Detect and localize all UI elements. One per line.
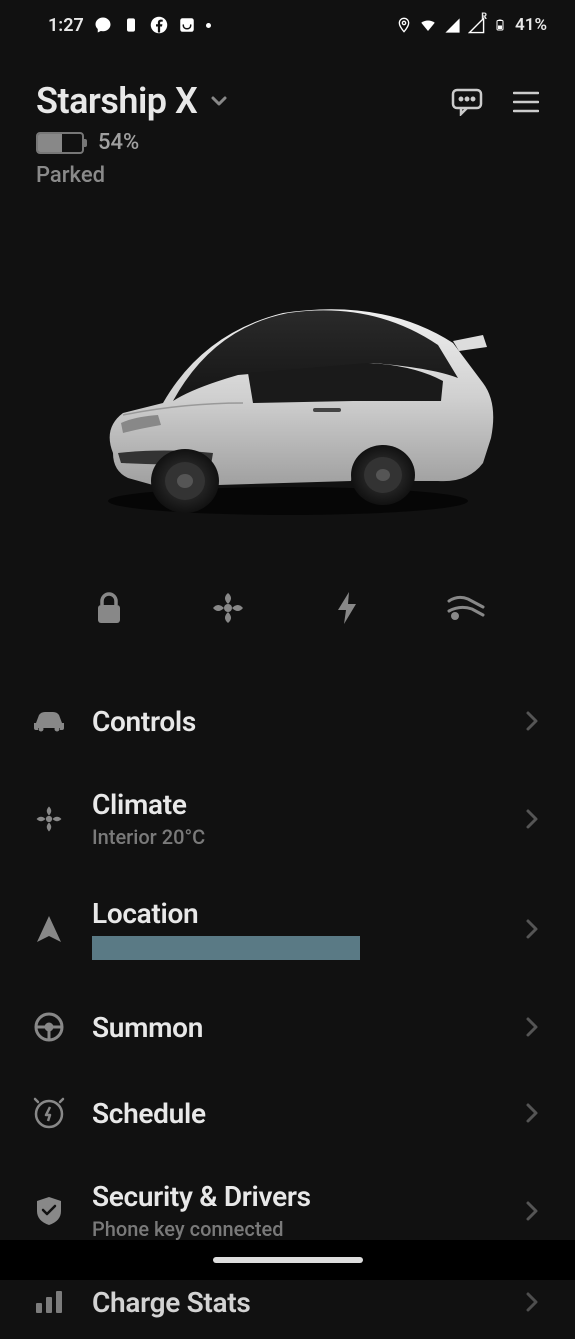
chat-bubble-icon — [94, 16, 112, 34]
battery-icon — [491, 16, 509, 34]
menu-climate[interactable]: Climate Interior 20°C — [0, 764, 575, 873]
battery-percent: 41% — [515, 15, 547, 35]
menu-title: Climate — [92, 788, 501, 821]
vehicle-battery-pct: 54% — [98, 130, 139, 155]
menu-summon[interactable]: Summon — [0, 984, 575, 1070]
vehicle-status: Parked — [0, 155, 575, 188]
menu-icon[interactable] — [513, 91, 539, 113]
car-icon — [30, 702, 68, 740]
menu-title: Security & Drivers — [92, 1180, 501, 1213]
vehicle-name: Starship X — [36, 80, 197, 122]
vehicle-image[interactable] — [0, 208, 575, 578]
clock-bolt-icon — [30, 1094, 68, 1132]
menu-title: Schedule — [92, 1097, 501, 1130]
chevron-right-icon — [525, 1291, 539, 1313]
chevron-down-icon — [207, 89, 231, 113]
quick-actions-row — [0, 578, 575, 638]
clock: 1:27 — [48, 15, 84, 36]
menu-schedule[interactable]: Schedule — [0, 1070, 575, 1156]
frunk-button[interactable] — [436, 578, 496, 638]
android-nav-bar — [0, 1240, 575, 1280]
wifi-icon — [419, 16, 437, 34]
chevron-right-icon — [525, 1102, 539, 1124]
chevron-right-icon — [525, 918, 539, 940]
steering-wheel-icon — [30, 1008, 68, 1046]
vehicle-battery-icon — [36, 132, 84, 154]
chevron-right-icon — [525, 1016, 539, 1038]
menu-subtitle: Phone key connected — [92, 1217, 501, 1241]
signal-2-icon: R — [467, 16, 485, 34]
nav-arrow-icon — [30, 910, 68, 948]
location-address-redacted — [92, 936, 360, 960]
charge-button[interactable] — [317, 578, 377, 638]
more-icon — [206, 23, 211, 28]
menu-title: Controls — [92, 705, 501, 738]
stats-icon — [30, 1283, 68, 1321]
lock-button[interactable] — [79, 578, 139, 638]
vehicle-selector[interactable]: Starship X — [36, 80, 231, 122]
chevron-right-icon — [525, 1200, 539, 1222]
signal-1-icon — [443, 16, 461, 34]
menu-controls[interactable]: Controls — [0, 678, 575, 764]
menu-title: Summon — [92, 1011, 501, 1044]
climate-button[interactable] — [198, 578, 258, 638]
menu-location[interactable]: Location — [0, 873, 575, 984]
status-right: R 41% — [395, 15, 547, 35]
android-status-bar: 1:27 R 41% — [0, 0, 575, 50]
app-header: Starship X — [0, 50, 575, 122]
facebook-icon — [150, 16, 168, 34]
vehicle-battery-row: 54% — [0, 122, 575, 155]
menu-title: Location — [92, 897, 501, 930]
shield-check-icon — [30, 1192, 68, 1230]
nav-pill[interactable] — [213, 1257, 363, 1263]
fan-icon — [30, 800, 68, 838]
status-left: 1:27 — [48, 15, 211, 36]
chevron-right-icon — [525, 710, 539, 732]
menu-subtitle: Interior 20°C — [92, 825, 501, 849]
chevron-right-icon — [525, 808, 539, 830]
app-icon-1 — [122, 16, 140, 34]
location-icon — [395, 16, 413, 34]
app-icon-2 — [178, 16, 196, 34]
menu-title: Charge Stats — [92, 1286, 501, 1319]
messages-icon[interactable] — [451, 88, 483, 116]
